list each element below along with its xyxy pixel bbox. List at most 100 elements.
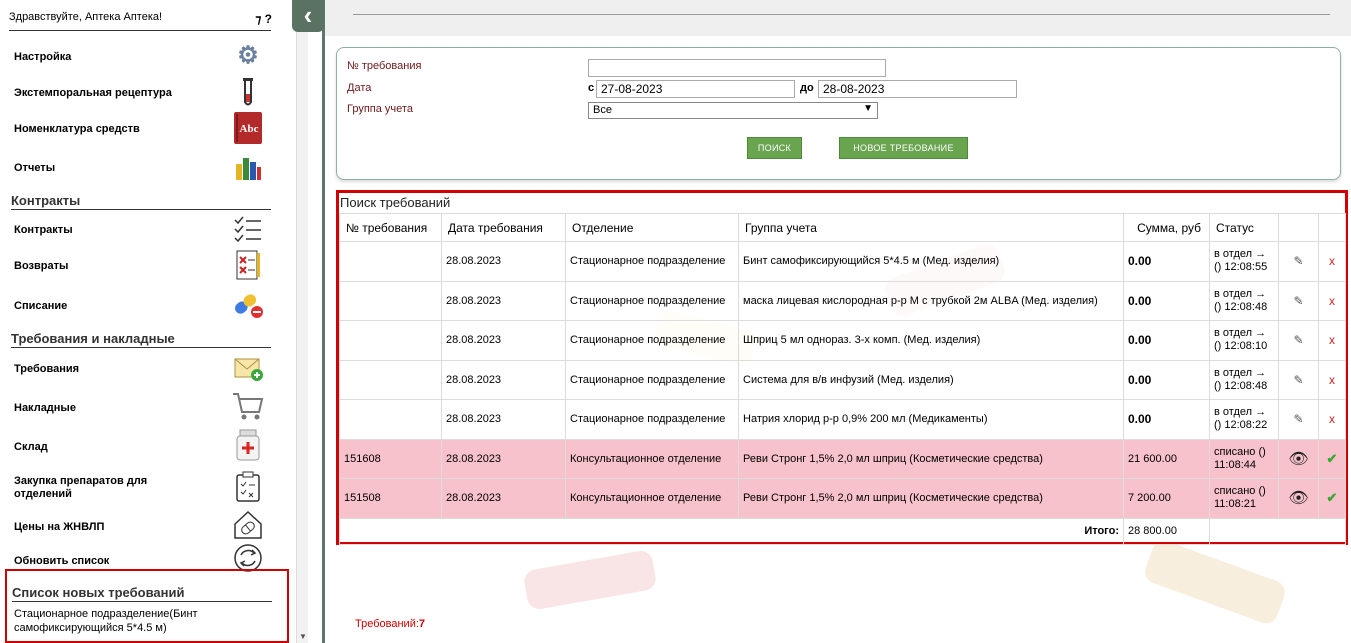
date-label: Дата bbox=[347, 82, 372, 94]
check-icon: ✔ bbox=[1326, 490, 1338, 506]
checklist-icon bbox=[231, 212, 265, 246]
help-icons[interactable]: ⁊ ? bbox=[255, 12, 272, 26]
cell-department: Стационарное подразделение bbox=[565, 241, 739, 282]
menu-item-warehouse[interactable]: Склад bbox=[14, 428, 269, 466]
edit-cell[interactable]: ✎ bbox=[1278, 320, 1319, 361]
view-cell[interactable]: 👁 bbox=[1278, 438, 1319, 479]
question-icon[interactable]: ? bbox=[265, 12, 272, 26]
delete-icon[interactable]: x bbox=[1329, 373, 1335, 387]
cell-sum: 0.00 bbox=[1123, 280, 1210, 321]
date-from-input[interactable] bbox=[596, 80, 795, 98]
total-filler bbox=[1209, 517, 1346, 545]
table-row[interactable]: 151608 28.08.2023 Консультационное отдел… bbox=[339, 438, 1346, 479]
cell-date: 28.08.2023 bbox=[441, 399, 566, 440]
sidebar-scrollbar[interactable]: ▼ bbox=[296, 0, 308, 643]
delete-icon[interactable]: x bbox=[1329, 294, 1335, 308]
new-request-button[interactable]: НОВОЕ ТРЕБОВАНИЕ bbox=[839, 137, 968, 159]
menu-item-settings[interactable]: Настройка ⚙ bbox=[14, 38, 269, 74]
menu-item-invoices[interactable]: Накладные bbox=[14, 389, 269, 427]
request-number-input[interactable] bbox=[588, 59, 886, 77]
column-header[interactable]: Сумма, руб bbox=[1123, 213, 1210, 242]
cell-department: Консультационное отделение bbox=[565, 438, 739, 479]
cell-group: Бинт самофиксирующийся 5*4.5 м (Мед. изд… bbox=[738, 241, 1124, 282]
menu-item-requests[interactable]: Требования bbox=[14, 350, 269, 388]
new-requests-item[interactable]: Стационарное подразделение(Бинт самофикс… bbox=[14, 607, 264, 635]
column-header[interactable]: Дата требования bbox=[441, 213, 566, 242]
cell-date: 28.08.2023 bbox=[441, 320, 566, 361]
column-header-action bbox=[1318, 213, 1346, 242]
sidebar-content: Здравствуйте, Аптека Аптека! ⁊ ? Настрой… bbox=[0, 0, 296, 643]
table-row[interactable]: 151508 28.08.2023 Консультационное отдел… bbox=[339, 478, 1346, 519]
menu-item-contracts[interactable]: Контракты bbox=[14, 212, 269, 248]
search-button[interactable]: ПОИСК bbox=[747, 137, 802, 159]
table-row[interactable]: 28.08.2023 Стационарное подразделение ма… bbox=[339, 280, 1346, 321]
cell-sum: 0.00 bbox=[1123, 320, 1210, 361]
cell-sum: 0.00 bbox=[1123, 359, 1210, 400]
background-decoration bbox=[1141, 537, 1289, 627]
delete-icon[interactable]: x bbox=[1329, 254, 1335, 268]
cell-department: Стационарное подразделение bbox=[565, 399, 739, 440]
settings-help-icon[interactable]: ⁊ bbox=[255, 12, 261, 26]
chart-icon bbox=[231, 150, 265, 184]
date-to-input[interactable] bbox=[818, 80, 1017, 98]
menu-item-label: Контракты bbox=[14, 224, 73, 236]
delete-icon[interactable]: x bbox=[1329, 333, 1335, 347]
cell-number: 151508 bbox=[339, 478, 442, 519]
delete-cell[interactable]: x bbox=[1318, 320, 1346, 361]
cell-status: в отдел → () 12:08:55 bbox=[1209, 241, 1279, 282]
pencil-icon[interactable]: ✎ bbox=[1293, 294, 1303, 308]
delete-cell[interactable]: x bbox=[1318, 280, 1346, 321]
column-header-edit bbox=[1278, 213, 1319, 242]
table-row[interactable]: 28.08.2023 Стационарное подразделение Би… bbox=[339, 241, 1346, 282]
pencil-icon[interactable]: ✎ bbox=[1293, 254, 1303, 268]
pencil-icon[interactable]: ✎ bbox=[1293, 333, 1303, 347]
cell-date: 28.08.2023 bbox=[441, 478, 566, 519]
delete-icon[interactable]: x bbox=[1329, 412, 1335, 426]
date-from-label: с bbox=[588, 82, 595, 94]
edit-cell[interactable]: ✎ bbox=[1278, 241, 1319, 282]
cell-number bbox=[339, 241, 442, 282]
table-row[interactable]: 28.08.2023 Стационарное подразделение Си… bbox=[339, 359, 1346, 400]
cell-sum: 0.00 bbox=[1123, 241, 1210, 282]
menu-item-nomenclature[interactable]: Номенклатура средств Abc bbox=[14, 111, 269, 147]
delete-cell[interactable]: x bbox=[1318, 399, 1346, 440]
greeting-text: Здравствуйте, Аптека Аптека! bbox=[9, 11, 163, 23]
eye-icon[interactable]: 👁 bbox=[1288, 451, 1308, 468]
menu-item-returns[interactable]: Возвраты bbox=[14, 248, 269, 284]
column-header[interactable]: Отделение bbox=[565, 213, 739, 242]
column-header[interactable]: Статус bbox=[1209, 213, 1279, 242]
menu-item-label: Накладные bbox=[14, 402, 76, 414]
menu-item-label: Настройка bbox=[14, 51, 72, 63]
requests-count-label: Требований: bbox=[355, 618, 419, 630]
edit-cell[interactable]: ✎ bbox=[1278, 359, 1319, 400]
cell-sum: 7 200.00 bbox=[1123, 478, 1210, 519]
delete-cell[interactable]: x bbox=[1318, 359, 1346, 400]
table-row[interactable]: 28.08.2023 Стационарное подразделение На… bbox=[339, 399, 1346, 440]
menu-item-prices[interactable]: Цены на ЖНВЛП bbox=[14, 508, 269, 544]
view-cell[interactable]: 👁 bbox=[1278, 478, 1319, 519]
main-content: № требования Дата с до Группа учета Все … bbox=[325, 0, 1351, 643]
menu-item-procurement[interactable]: Закупка препаратов для отделений bbox=[14, 470, 269, 506]
pencil-icon[interactable]: ✎ bbox=[1293, 412, 1303, 426]
column-header[interactable]: № требования bbox=[339, 213, 442, 242]
sidebar: Здравствуйте, Аптека Аптека! ⁊ ? Настрой… bbox=[0, 0, 308, 643]
eye-icon[interactable]: 👁 bbox=[1288, 490, 1308, 507]
menu-item-writeoff[interactable]: Списание bbox=[14, 285, 269, 323]
cell-group: Система для в/в инфузий (Мед. изделия) bbox=[738, 359, 1124, 400]
cell-date: 28.08.2023 bbox=[441, 359, 566, 400]
cell-group: Реви Стронг 1,5% 2,0 мл шприц (Косметиче… bbox=[738, 478, 1124, 519]
scroll-down-icon[interactable]: ▼ bbox=[299, 632, 307, 641]
menu-item-extemporal[interactable]: Экстемпоральная рецептура bbox=[14, 75, 269, 111]
medicine-jar-icon bbox=[231, 428, 265, 462]
menu-item-reports[interactable]: Отчеты bbox=[14, 148, 269, 186]
group-select[interactable]: Все ▼ bbox=[588, 102, 878, 119]
delete-cell[interactable]: x bbox=[1318, 241, 1346, 282]
column-header[interactable]: Группа учета bbox=[738, 213, 1124, 242]
collapse-sidebar-button[interactable]: ‹ bbox=[292, 0, 324, 32]
greeting-row: Здравствуйте, Аптека Аптека! ⁊ ? bbox=[9, 11, 272, 29]
edit-cell[interactable]: ✎ bbox=[1278, 280, 1319, 321]
pencil-icon[interactable]: ✎ bbox=[1293, 373, 1303, 387]
edit-cell[interactable]: ✎ bbox=[1278, 399, 1319, 440]
cell-number: 151608 bbox=[339, 438, 442, 479]
table-row[interactable]: 28.08.2023 Стационарное подразделение Шп… bbox=[339, 320, 1346, 361]
